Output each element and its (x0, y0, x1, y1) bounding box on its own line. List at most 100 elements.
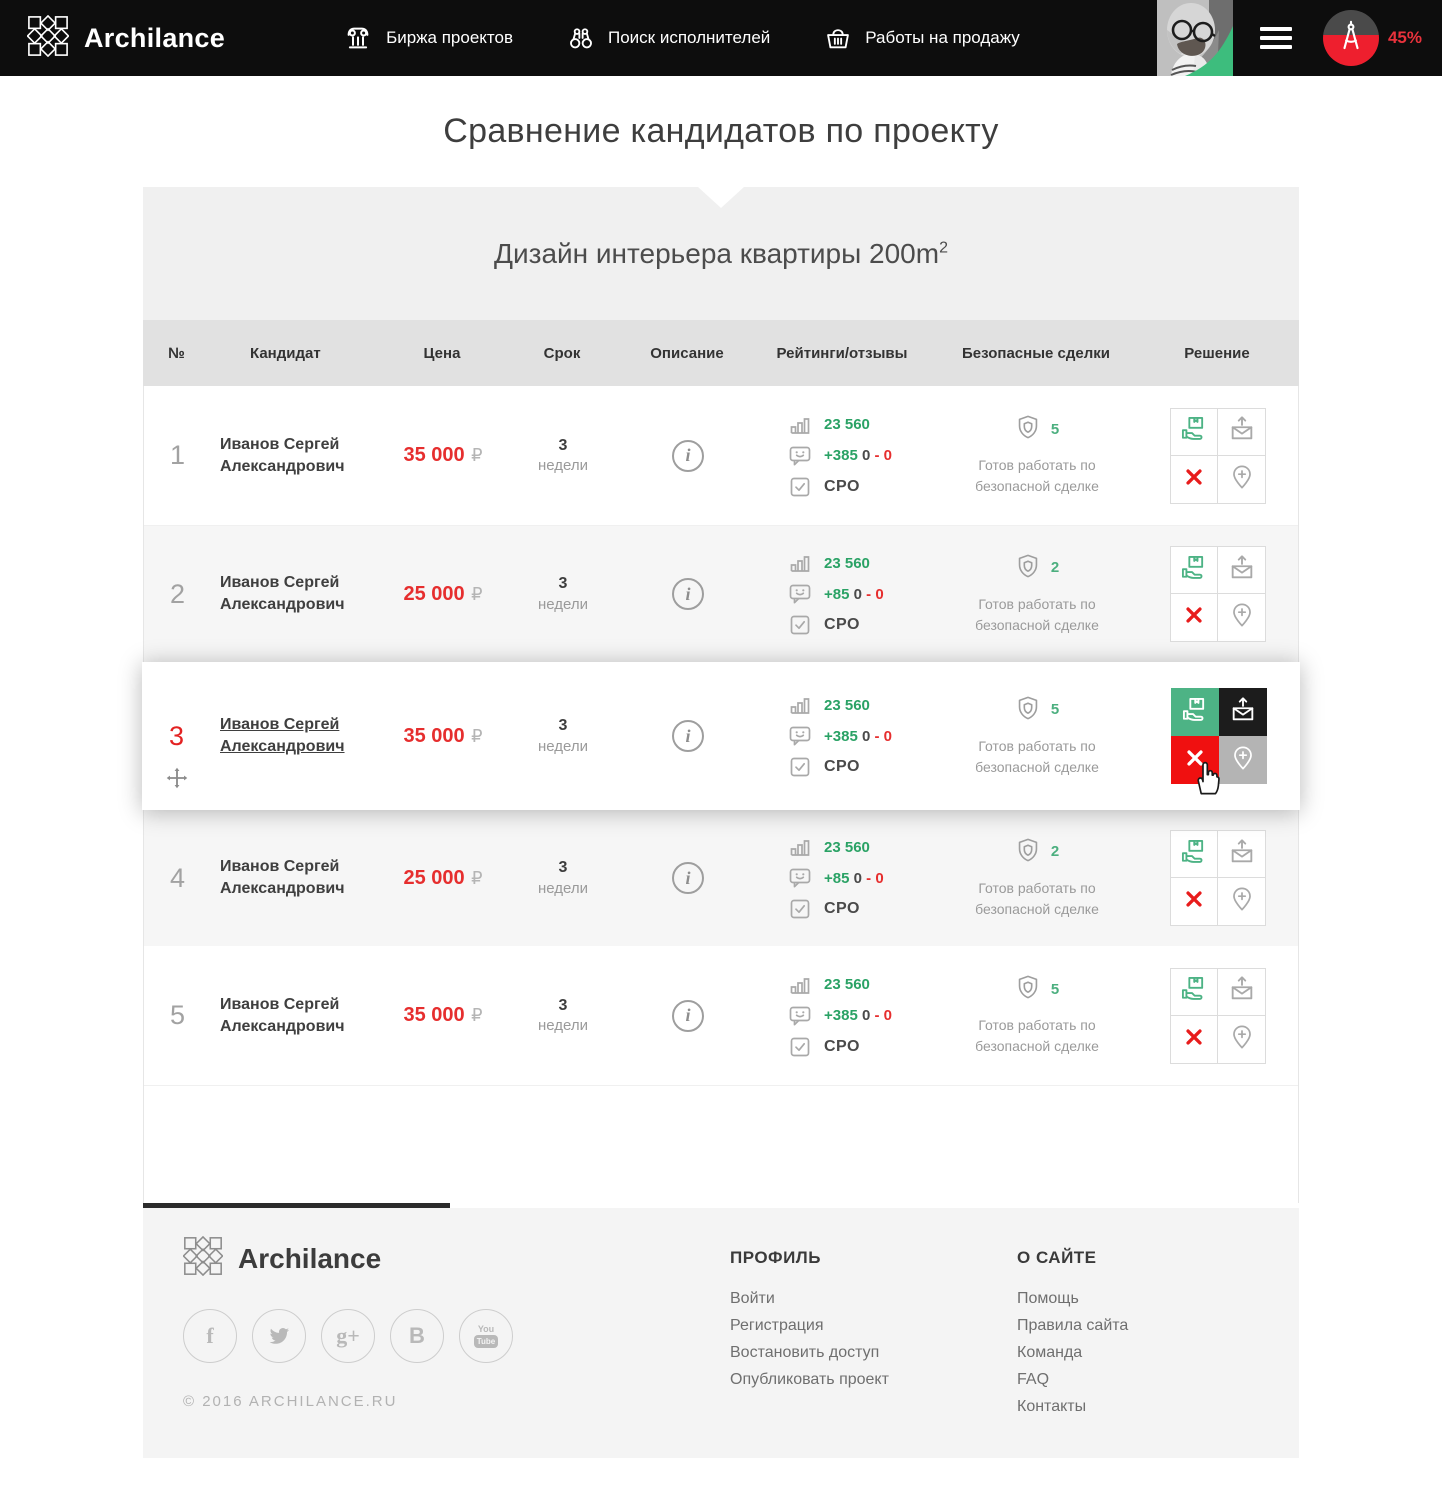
nav-item-works-for-sale[interactable]: Работы на продажу (824, 23, 1020, 53)
term-cell: 3 недели (498, 573, 628, 615)
info-icon[interactable]: i (672, 578, 704, 610)
reject-button[interactable] (1170, 456, 1218, 504)
rating-reviews-line: +385 0 - 0 (788, 1004, 938, 1028)
candidate-name[interactable]: Иванов Сергей Александрович (211, 714, 388, 757)
send-message-button[interactable] (1218, 830, 1266, 878)
price-value: 25 000 (403, 583, 464, 605)
safe-deals-count: 5 (1051, 419, 1059, 442)
add-location-button[interactable] (1218, 1016, 1266, 1064)
positive-reviews: +385 (824, 728, 858, 745)
reject-button[interactable] (1170, 1016, 1218, 1064)
send-message-button[interactable] (1218, 546, 1266, 594)
deal-handshake-icon (1180, 554, 1208, 587)
profile-progress-gauge[interactable] (1323, 10, 1379, 66)
add-location-button[interactable] (1218, 878, 1266, 926)
footer-link-register[interactable]: Регистрация (730, 1317, 889, 1335)
reviews-dash: - (866, 586, 871, 603)
safe-deals-count: 5 (1051, 979, 1059, 1002)
ratings-cell: 23 560 +385 0 - 0 (748, 413, 938, 499)
footer-brand[interactable]: Archilance (183, 1236, 513, 1281)
google-plus-icon[interactable]: g+ (321, 1309, 375, 1363)
reject-button[interactable] (1170, 594, 1218, 642)
ratings-cell: 23 560 +385 0 - 0 (748, 693, 938, 779)
info-icon[interactable]: i (672, 720, 704, 752)
footer-column-about: О САЙТЕ Помощь Правила сайта Команда FAQ… (1017, 1248, 1128, 1425)
term-cell: 3 недели (498, 435, 628, 477)
candidate-name[interactable]: Иванов Сергей Александрович (211, 572, 388, 615)
accept-deal-button[interactable] (1170, 546, 1218, 594)
neutral-reviews: 0 (862, 1007, 870, 1024)
footer-link-site-rules[interactable]: Правила сайта (1017, 1317, 1128, 1335)
description-cell: i (628, 440, 748, 472)
send-message-button[interactable] (1219, 688, 1267, 736)
term-unit: недели (498, 456, 628, 476)
accept-deal-button[interactable] (1170, 408, 1218, 456)
nav-item-projects[interactable]: Биржа проектов (343, 23, 513, 53)
nav-item-find-performers[interactable]: Поиск исполнителей (567, 23, 770, 53)
brand[interactable]: Archilance (27, 15, 225, 62)
term-unit: недели (498, 737, 628, 757)
footer-link-help[interactable]: Помощь (1017, 1290, 1128, 1308)
footer-link-login[interactable]: Войти (730, 1290, 889, 1308)
send-message-icon (1228, 975, 1256, 1008)
reject-x-icon (1183, 604, 1205, 631)
footer-link-faq[interactable]: FAQ (1017, 1371, 1128, 1389)
reject-button[interactable] (1171, 736, 1219, 784)
decision-cell (1136, 408, 1300, 504)
term-value: 3 (498, 715, 628, 737)
send-message-button[interactable] (1218, 408, 1266, 456)
accept-deal-button[interactable] (1170, 830, 1218, 878)
col-header-candidate: Кандидат (210, 345, 387, 362)
accept-deal-button[interactable] (1171, 688, 1219, 736)
candidate-name[interactable]: Иванов Сергей Александрович (211, 856, 388, 899)
project-title: Дизайн интерьера квартиры 200m2 (494, 238, 948, 270)
row-number: 5 (170, 1000, 185, 1030)
safe-deals-cell: 2 Готов работать по безопасной сделке (938, 837, 1136, 920)
candidate-name[interactable]: Иванов Сергей Александрович (211, 994, 388, 1037)
facebook-icon[interactable]: f (183, 1309, 237, 1363)
youtube-icon[interactable]: You Tube (459, 1309, 513, 1363)
positive-reviews: +385 (824, 1007, 858, 1024)
nav-label: Поиск исполнителей (608, 28, 770, 48)
row-number-cell: 5 (144, 1000, 211, 1031)
menu-hamburger-button[interactable] (1260, 27, 1292, 49)
reject-x-icon (1183, 466, 1205, 493)
rating-sro-line: СРО (788, 1035, 938, 1059)
comment-smile-icon (788, 866, 812, 890)
footer-link-contacts[interactable]: Контакты (1017, 1398, 1128, 1416)
location-plus-icon (1229, 1024, 1255, 1055)
brand-title: Archilance (84, 23, 225, 54)
nav-label: Биржа проектов (386, 28, 513, 48)
user-avatar[interactable] (1157, 0, 1233, 76)
checkbox-icon (788, 475, 812, 499)
footer-link-restore-access[interactable]: Востановить доступ (730, 1344, 889, 1362)
footer-link-publish-project[interactable]: Опубликовать проект (730, 1371, 889, 1389)
reject-button[interactable] (1170, 878, 1218, 926)
add-location-button[interactable] (1219, 736, 1267, 784)
twitter-icon[interactable] (252, 1309, 306, 1363)
footer-link-team[interactable]: Команда (1017, 1344, 1128, 1362)
reviews-dash: - (874, 447, 879, 464)
shield-icon (1015, 974, 1041, 1006)
price-value: 35 000 (403, 725, 464, 747)
send-message-button[interactable] (1218, 968, 1266, 1016)
candidate-name[interactable]: Иванов Сергей Александрович (211, 434, 388, 477)
add-location-button[interactable] (1218, 456, 1266, 504)
ratings-cell: 23 560 +85 0 - 0 (748, 835, 938, 921)
info-icon[interactable]: i (672, 862, 704, 894)
add-location-button[interactable] (1218, 594, 1266, 642)
info-icon[interactable]: i (672, 440, 704, 472)
reviews-dash: - (874, 728, 879, 745)
drag-move-icon[interactable] (164, 765, 190, 796)
bar-chart-icon (788, 693, 812, 717)
footer-column-profile: ПРОФИЛЬ Войти Регистрация Востановить до… (730, 1248, 889, 1398)
behance-icon[interactable]: B (390, 1309, 444, 1363)
nav-label: Работы на продажу (865, 28, 1020, 48)
views-count: 23 560 (824, 416, 870, 433)
info-icon[interactable]: i (672, 1000, 704, 1032)
negative-reviews: 0 (875, 586, 883, 603)
location-plus-icon (1229, 886, 1255, 917)
accept-deal-button[interactable] (1170, 968, 1218, 1016)
term-cell: 3 недели (498, 715, 628, 757)
safe-deals-count: 2 (1051, 557, 1059, 580)
